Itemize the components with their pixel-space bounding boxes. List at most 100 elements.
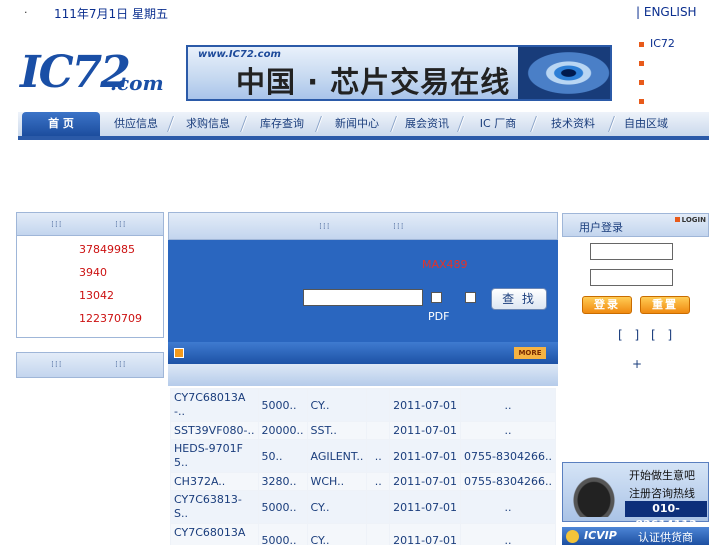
table-cell: SST.. (307, 422, 367, 439)
stat-value: 122370709 (79, 312, 142, 325)
nav-divider (315, 116, 323, 132)
search-box: MAX489 PDF 查 找 (168, 240, 558, 342)
right-links: IC72 (638, 37, 718, 113)
header-banner[interactable]: www.IC72.com 中国 · 芯片交易在线 (186, 45, 612, 101)
supply-table: CY7C68013A-.. 5000.. CY.. 2011-07-01.. SST39… (170, 388, 556, 545)
alert-text[interactable]: MAX489 (422, 258, 468, 271)
table-cell (367, 389, 390, 421)
table-row[interactable]: HEDS-9701F5.. 50.. AGILENT.... 2011-07-01 07… (171, 440, 555, 472)
nav-divider (240, 116, 248, 132)
nav-divider (608, 116, 616, 132)
hotline-banner[interactable]: 开始做生意吧 注册咨询热线 010-82614113 (562, 462, 709, 531)
header-glyph: ⁞⁞⁞ (115, 360, 127, 370)
table-cell[interactable]: HEDS-9701F5.. (171, 440, 258, 472)
table-row[interactable]: CY7C68013A-..5000..CY.. 2011-07-01.. (171, 524, 555, 545)
stats-panel-header: ⁞⁞⁞ ⁞⁞⁞ (16, 212, 164, 236)
nav-exhibitions[interactable]: 展会资讯 (398, 112, 456, 136)
nav-divider (390, 116, 398, 132)
nav-free-zone[interactable]: 自由区域 (616, 112, 676, 136)
bullet: · (24, 6, 28, 19)
header-glyph: ⁞⁞⁞ (319, 222, 331, 232)
table-cell: .. (461, 422, 555, 439)
table-row[interactable]: CY7C68013A-..5000..CY.. 2011-07-01.. (171, 389, 555, 421)
table-cell: .. (461, 389, 555, 421)
table-cell[interactable]: CH372A.. (171, 473, 258, 490)
table-cell: 0755-8304266.. (461, 440, 555, 472)
table-cell: 5000.. (258, 524, 307, 545)
header-glyph: ⁞⁞⁞ (115, 220, 127, 230)
table-cell (367, 422, 390, 439)
vip-badge-icon (566, 530, 579, 543)
site-logo[interactable]: IC72 .com (18, 41, 173, 105)
table-cell: 5000.. (258, 491, 307, 523)
login-title: 用户登录 (579, 221, 623, 234)
table-cell[interactable]: CY7C68013A-.. (171, 524, 258, 545)
login-panel-header: 用户登录 LOGIN (562, 213, 709, 237)
more-button[interactable]: MORE (514, 347, 546, 359)
table-cell: CY.. (307, 389, 367, 421)
date-text: 111年7月1日 星期五 (54, 7, 168, 21)
search-button[interactable]: 查 找 (491, 288, 547, 310)
table-cell: CY.. (307, 491, 367, 523)
stats-panel: ⁞⁞⁞ ⁞⁞⁞ 37849985 3940 13042 122370709 (16, 212, 164, 338)
table-cell: 50.. (258, 440, 307, 472)
nav-home[interactable]: 首 页 (22, 112, 100, 136)
register-links[interactable]: [ ] [ ] (618, 328, 676, 342)
supply-panel: MORE CY7C68013A-.. 5000.. CY.. 2011-07-01..… (168, 342, 558, 545)
icvip-banner[interactable]: ICVIP 认证供货商 (562, 527, 709, 545)
table-cell: 2011-07-01 (390, 524, 461, 545)
banner-slogan: 中国 · 芯片交易在线 (236, 65, 511, 99)
table-cell: 2011-07-01 (390, 491, 461, 523)
right-link[interactable] (638, 94, 718, 113)
hotline-line2: 注册咨询热线 (629, 487, 695, 500)
table-cell: .. (367, 440, 390, 472)
nav-inventory[interactable]: 库存查询 (248, 112, 316, 136)
right-link[interactable] (638, 75, 718, 94)
table-cell[interactable]: CY7C63813-S.. (171, 491, 258, 523)
nav-supply[interactable]: 供应信息 (104, 112, 168, 136)
header-glyph: ⁞⁞⁞ (51, 220, 63, 230)
username-input[interactable] (590, 243, 673, 260)
table-cell[interactable]: CY7C68013A-.. (171, 389, 258, 421)
search-input[interactable] (303, 289, 423, 306)
table-row[interactable]: CH372A.. 3280.. WCH.... 2011-07-01 0755-8304… (171, 473, 555, 490)
login-button[interactable]: 登录 (582, 296, 632, 314)
nav-purchase[interactable]: 求购信息 (175, 112, 241, 136)
right-link[interactable]: IC72 (638, 37, 718, 56)
top-bar: · 111年7月1日 星期五 | ENGLISH (0, 0, 727, 28)
hotline-line1: 开始做生意吧 (629, 469, 695, 482)
nav-news[interactable]: 新闻中心 (323, 112, 391, 136)
table-cell (367, 491, 390, 523)
option-checkbox[interactable] (431, 292, 442, 303)
telephone-icon (566, 469, 622, 517)
table-cell: .. (461, 524, 555, 545)
right-link[interactable] (638, 56, 718, 75)
table-cell: CY.. (307, 524, 367, 545)
option-checkbox[interactable] (465, 292, 476, 303)
table-cell: 2011-07-01 (390, 440, 461, 472)
icvip-label: ICVIP (584, 529, 617, 542)
reset-button[interactable]: 重置 (640, 296, 690, 314)
pdf-label: PDF (428, 310, 450, 323)
table-cell: 5000.. (258, 389, 307, 421)
table-cell: 20000.. (258, 422, 307, 439)
login-tag: LOGIN (675, 216, 706, 224)
english-link[interactable]: | ENGLISH (636, 5, 697, 19)
table-row[interactable]: SST39VF080-.. 20000.. SST.. 2011-07-01.. (171, 422, 555, 439)
table-cell[interactable]: SST39VF080-.. (171, 422, 258, 439)
hotline-number: 010-82614113 (625, 501, 707, 531)
table-cell: AGILENT.. (307, 440, 367, 472)
table-cell: 0755-8304266.. (461, 473, 555, 490)
password-input[interactable] (590, 269, 673, 286)
table-cell: .. (461, 491, 555, 523)
nav-manufacturers[interactable]: IC 厂商 (466, 112, 530, 136)
header-glyph: ⁞⁞⁞ (51, 360, 63, 370)
nav-divider (530, 116, 538, 132)
plus-link[interactable]: + (632, 357, 642, 371)
table-row[interactable]: CY7C63813-S.. 5000.. CY.. 2011-07-01.. (171, 491, 555, 523)
table-cell: 2011-07-01 (390, 389, 461, 421)
table-cell: WCH.. (307, 473, 367, 490)
table-cell (367, 524, 390, 545)
supply-panel-header: MORE (168, 342, 558, 364)
nav-tech-docs[interactable]: 技术资料 (538, 112, 608, 136)
